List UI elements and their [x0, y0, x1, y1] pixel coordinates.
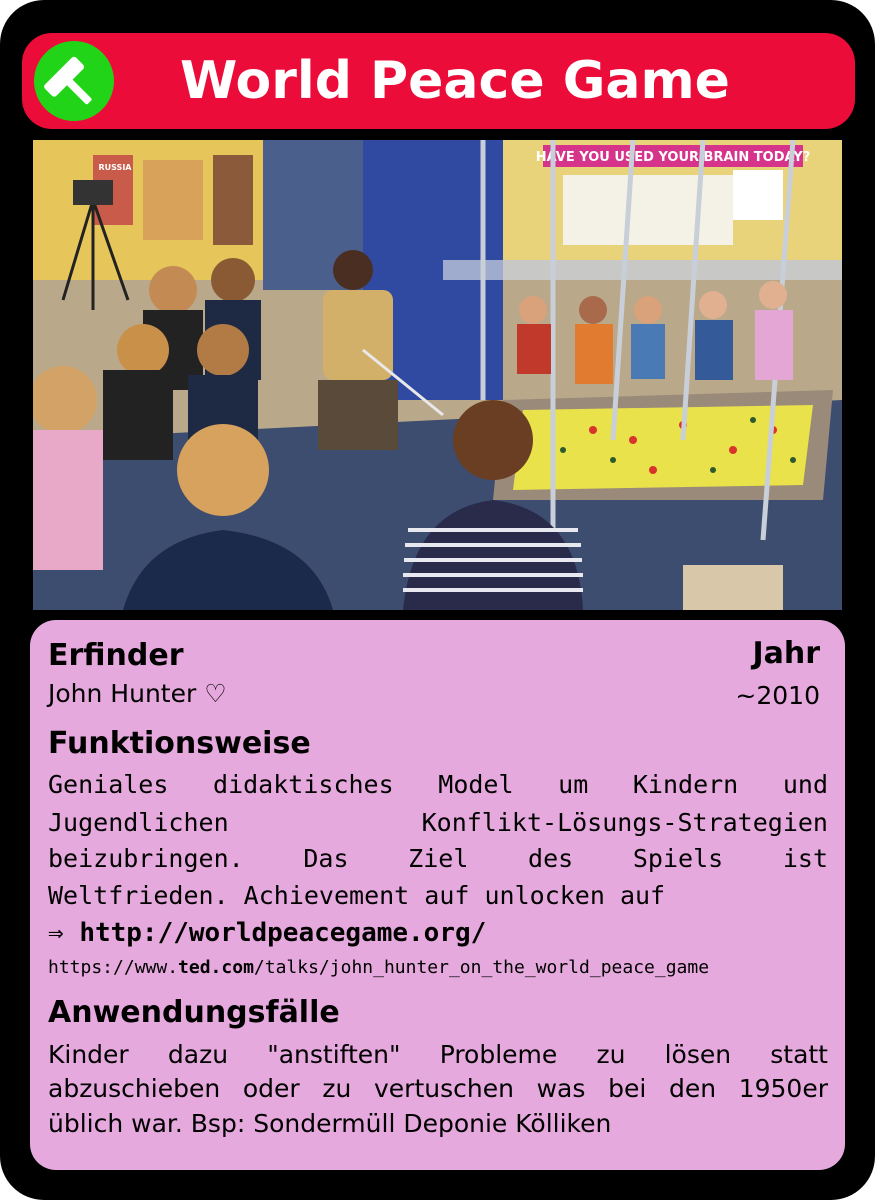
website-row: ⇒ http://worldpeacegame.org/ [48, 918, 486, 948]
hammer-icon [34, 41, 114, 121]
ted-domain: ted.com [178, 957, 254, 978]
banner-text: HAVE YOU USED YOUR BRAIN TODAY? [536, 150, 811, 165]
classroom-photo: HAVE YOU USED YOUR BRAIN TODAY? RUSSIA [33, 140, 842, 610]
website-link[interactable]: http://worldpeacegame.org/ [79, 918, 486, 948]
function-line: Weltfrieden. Achievement auf unlocken au… [48, 881, 666, 910]
card-title: World Peace Game [180, 51, 730, 111]
use-case-line: abzuschieben oder zu vertuschen was bei … [48, 1074, 828, 1103]
inventor-name: John Hunter ♡ [48, 679, 227, 708]
ted-path: /talks/john_hunter_on_the_world_peace_ga… [253, 957, 710, 978]
use-case-line: üblich war. Bsp: Sondermüll Deponie Köll… [48, 1109, 612, 1138]
poster-text: RUSSIA [99, 163, 133, 172]
function-line: Jugendlichen Konflikt-Lösungs-Strategien [48, 808, 828, 837]
use-case-line: Kinder dazu "anstiften" Probleme zu löse… [48, 1040, 828, 1069]
ted-link[interactable]: https://www.ted.com/talks/john_hunter_on… [48, 957, 709, 978]
year-heading: Jahr [752, 636, 820, 671]
ted-prefix: https://www. [48, 957, 179, 978]
inventor-heading: Erfinder [48, 638, 184, 673]
year-value: ~2010 [735, 681, 820, 710]
function-line: beizubringen. Das Ziel des Spiels ist [48, 844, 828, 873]
use-cases-heading: Anwendungsfälle [48, 995, 340, 1030]
function-heading: Funktionsweise [48, 726, 311, 761]
arrow-icon: ⇒ [48, 918, 64, 948]
function-line: Geniales didaktisches Model um Kindern u… [48, 770, 828, 799]
